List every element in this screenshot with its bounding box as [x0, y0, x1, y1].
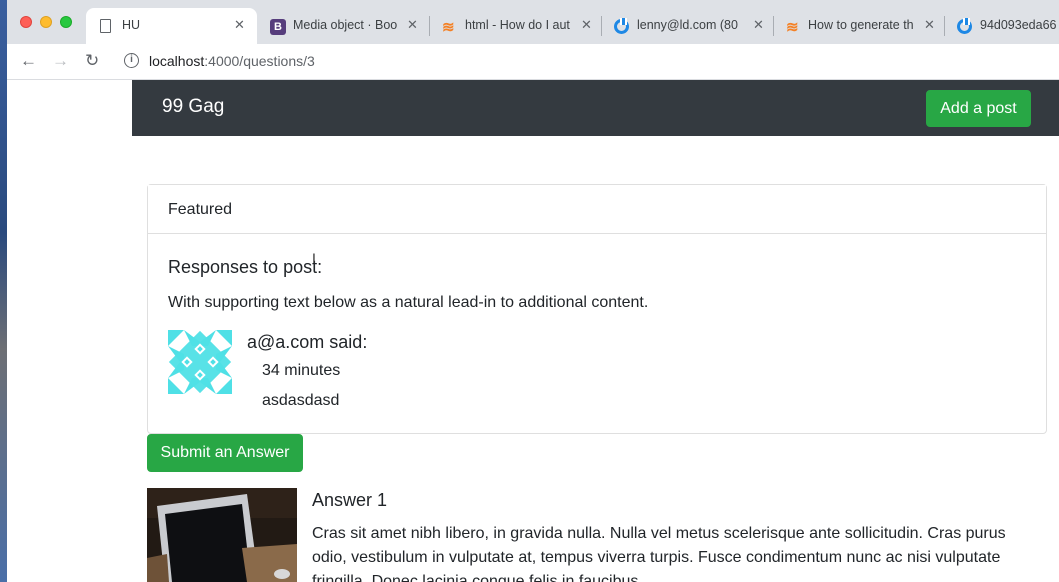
maximize-window-button[interactable] — [60, 16, 72, 28]
close-window-button[interactable] — [20, 16, 32, 28]
answer-title: Answer 1 — [312, 490, 388, 510]
browser-window: HU ✕ B Media object · Boo ✕ ≋ html - How… — [7, 0, 1059, 582]
site-info-icon[interactable]: i — [124, 53, 139, 68]
featured-card: Featured Responses to post: With support… — [147, 184, 1047, 434]
minimize-window-button[interactable] — [40, 16, 52, 28]
power-icon — [957, 18, 972, 34]
tab-title: How to generate th — [808, 18, 914, 32]
card-text: With supporting text below as a natural … — [168, 294, 649, 311]
tab-94d093[interactable]: 94d093eda66 — [945, 8, 1059, 44]
document-icon — [100, 19, 111, 33]
tab-close-icon[interactable]: ✕ — [581, 17, 592, 33]
forward-arrow-icon[interactable]: → — [52, 51, 69, 71]
tab-close-icon[interactable]: ✕ — [407, 17, 418, 33]
response-body: asdasdasd — [262, 392, 340, 409]
tab-stackoverflow-2[interactable]: ≋ How to generate th ✕ — [774, 8, 944, 44]
tab-stackoverflow-1[interactable]: ≋ html - How do I aut ✕ — [430, 8, 601, 44]
tab-title: HU — [122, 18, 141, 32]
reload-icon[interactable]: ↻ — [85, 51, 99, 71]
power-icon — [614, 18, 629, 34]
tab-title: 94d093eda66 — [980, 18, 1057, 32]
tab-title: lenny@ld.com (80 — [637, 18, 738, 32]
navbar: 99 Gag Add a post — [132, 80, 1059, 136]
response-author: a@a.com said: — [247, 332, 368, 352]
add-post-button[interactable]: Add a post — [926, 90, 1031, 127]
url-path: :4000/questions/3 — [204, 53, 315, 69]
card-header: Featured — [148, 185, 1046, 234]
text-cursor-icon: I — [312, 250, 316, 266]
url-host: localhost — [149, 53, 205, 69]
tab-title: Media object · Boo — [293, 18, 398, 32]
bootstrap-icon: B — [270, 19, 286, 35]
back-arrow-icon[interactable]: ← — [20, 51, 37, 71]
tab-close-icon[interactable]: ✕ — [753, 17, 764, 33]
identicon-avatar — [168, 330, 232, 394]
stackoverflow-icon: ≋ — [442, 19, 455, 36]
tab-close-icon[interactable]: ✕ — [924, 17, 935, 33]
submit-answer-button[interactable]: Submit an Answer — [147, 434, 303, 472]
tab-media-object[interactable]: B Media object · Boo ✕ — [257, 8, 429, 44]
page-content: 99 Gag Add a post Featured Responses to … — [7, 80, 1059, 582]
tab-hu[interactable]: HU ✕ — [86, 8, 257, 44]
address-toolbar: ← → ↻ i localhost:4000/questions/3 — [7, 44, 1059, 80]
tab-close-icon[interactable]: ✕ — [234, 17, 245, 33]
stackoverflow-icon: ≋ — [786, 19, 799, 36]
tab-lenny[interactable]: lenny@ld.com (80 ✕ — [602, 8, 773, 44]
answer-body: Cras sit amet nibh libero, in gravida nu… — [312, 525, 1006, 582]
address-bar[interactable]: localhost:4000/questions/3 — [149, 53, 315, 69]
tab-strip: HU ✕ B Media object · Boo ✕ ≋ html - How… — [7, 0, 1059, 44]
laptop-image — [147, 488, 297, 582]
brand-link[interactable]: 99 Gag — [162, 96, 224, 118]
card-title: Responses to post: — [168, 257, 323, 277]
tab-title: html - How do I aut — [465, 18, 570, 32]
response-time: 34 minutes — [262, 362, 341, 379]
